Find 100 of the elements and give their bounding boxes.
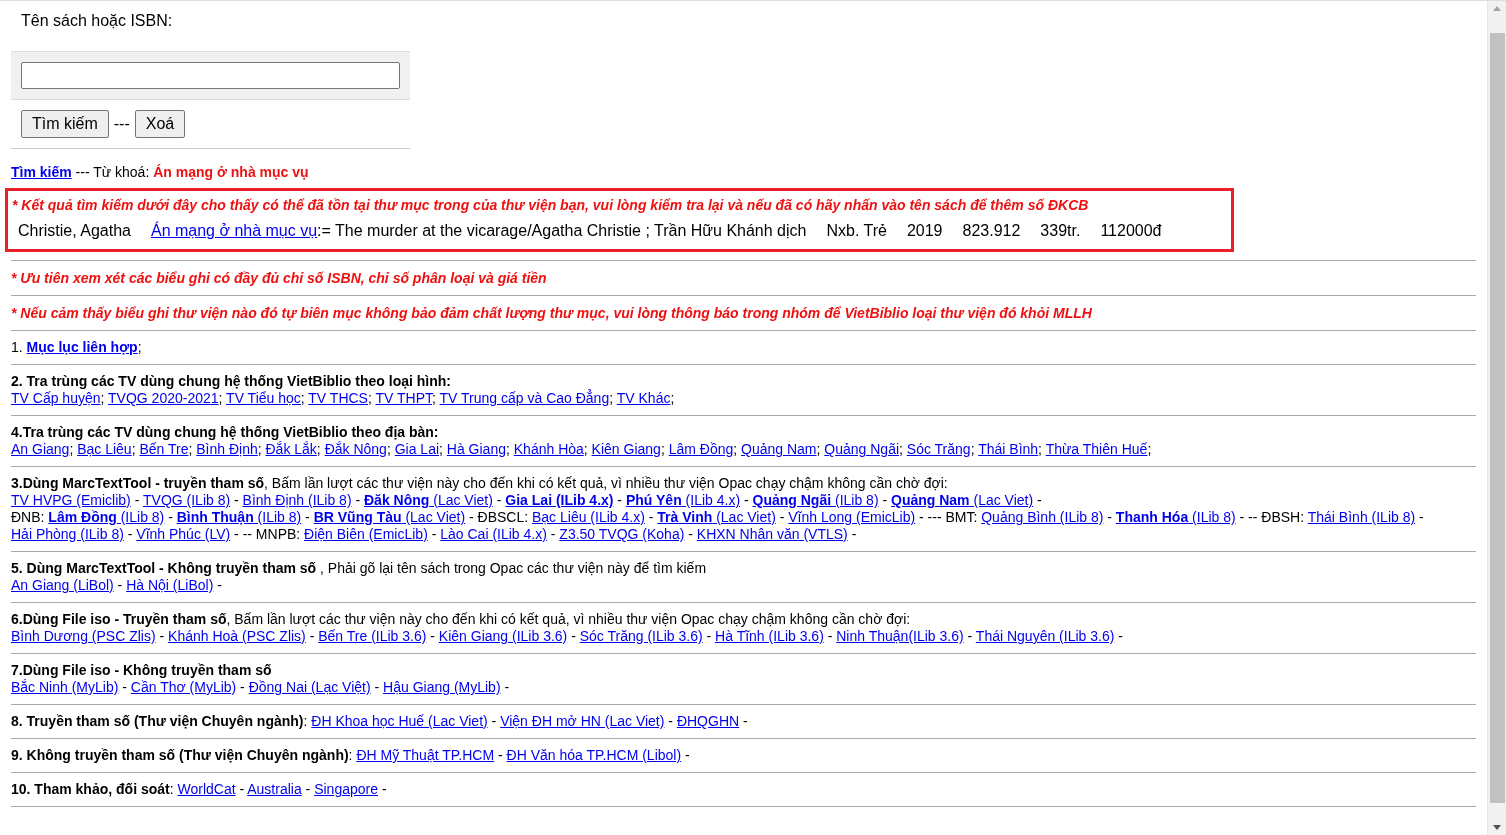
library-link[interactable]: An Giang (LiBol)	[11, 577, 114, 593]
separator-text: -	[308, 628, 316, 644]
library-link[interactable]: Khánh Hòa	[513, 441, 584, 457]
book-title-link[interactable]: Án mạng ở nhà mục vụ	[150, 222, 318, 239]
library-link[interactable]: TVQG 2020-2021	[108, 390, 219, 406]
library-link[interactable]: Phú Yên (ILib 4.x)	[625, 492, 741, 508]
keyword-label: --- Từ khoá:	[74, 164, 151, 180]
separator-text: -	[850, 526, 857, 542]
library-link[interactable]: Hải Phòng (ILib 8)	[11, 526, 124, 542]
library-link[interactable]: Thái Nguyên (ILib 3.6)	[975, 628, 1115, 644]
text: 10. Tham khảo, đối soát:	[11, 781, 175, 797]
library-link[interactable]: Hà Nội (LiBol)	[126, 577, 214, 593]
library-link[interactable]: Vĩnh Phúc (LV)	[136, 526, 231, 542]
search-input[interactable]	[21, 62, 400, 89]
library-link[interactable]: Sóc Trăng (ILib 3.6)	[579, 628, 703, 644]
separator-text: -	[495, 492, 503, 508]
library-link[interactable]: Mục lục liên hợp	[26, 339, 138, 355]
library-link[interactable]: Hà Tĩnh (ILib 3.6)	[715, 628, 824, 644]
library-link[interactable]: Bình Định (ILib 8)	[242, 492, 352, 508]
library-link[interactable]: Đồng Nai (Lạc Việt)	[248, 679, 371, 695]
library-link[interactable]: Thanh Hóa (ILib 8)	[1115, 509, 1236, 525]
library-link[interactable]: Bình Định	[196, 441, 258, 457]
keyword-text: Án mạng ở nhà mục vụ	[153, 164, 309, 180]
library-link[interactable]: Sóc Trăng	[906, 441, 971, 457]
library-link[interactable]: Đăk Nông (Lac Viet)	[364, 492, 493, 508]
library-link[interactable]: Kiên Giang	[591, 441, 661, 457]
separator-text: -	[121, 679, 128, 695]
library-link[interactable]: Quảng Bình (ILib 8)	[981, 509, 1104, 525]
library-link[interactable]: Ninh Thuận(ILib 3.6)	[836, 628, 964, 644]
library-link[interactable]: TV Tiểu học	[226, 390, 301, 406]
library-link[interactable]: Bình Thuận (ILib 8)	[176, 509, 302, 525]
library-link[interactable]: ĐH Mỹ Thuật TP.HCM	[356, 747, 495, 763]
library-link[interactable]: Kiên Giang (ILib 3.6)	[438, 628, 568, 644]
library-link[interactable]: Hà Giang	[446, 441, 506, 457]
library-link[interactable]: Viện ĐH mở HN (Lac Viet)	[500, 713, 665, 729]
search-button[interactable]: Tìm kiếm	[21, 110, 109, 138]
library-link[interactable]: ĐH Văn hóa TP.HCM (Libol)	[506, 747, 682, 763]
note-text: * Nếu cảm thấy biểu ghi thư viện nào đó tự biên mục không bảo đảm chất lượng thư mục, vui lòng thông báo trong nhóm để VietBiblio loại thư viện đó khỏi MLLH	[11, 304, 1093, 322]
library-link[interactable]: TV THPT	[375, 390, 432, 406]
separator-text: ;	[69, 441, 75, 457]
separator-text: ;	[131, 441, 137, 457]
library-link[interactable]: Singapore	[314, 781, 378, 797]
library-link[interactable]: Đắk Lắk	[265, 441, 317, 457]
library-link[interactable]: KHXN Nhân văn (VTLS)	[696, 526, 848, 542]
library-link[interactable]: Quảng Nam	[741, 441, 817, 457]
library-link[interactable]: Thái Bình	[978, 441, 1039, 457]
library-link[interactable]: Z3.50 TVQG (Koha)	[559, 526, 685, 542]
search-link[interactable]: Tìm kiếm	[11, 164, 72, 180]
library-link[interactable]: Điện Biên (EmicLib)	[304, 526, 428, 542]
separator-text: ;	[257, 441, 263, 457]
library-link[interactable]: WorldCat	[177, 781, 236, 797]
separator-text: -	[687, 526, 694, 542]
library-link[interactable]: Bắc Ninh (MyLib)	[11, 679, 119, 695]
library-link[interactable]: ĐHQGHN	[676, 713, 740, 729]
library-link[interactable]: Bạc Liêu	[77, 441, 132, 457]
divider-text: ---	[113, 115, 130, 133]
separator-text: ;	[660, 441, 666, 457]
separator-text: -	[430, 526, 438, 542]
separator-text: -	[503, 679, 510, 695]
separator-text: -	[490, 713, 498, 729]
library-link[interactable]: BR Vũng Tàu (Lac Viet)	[313, 509, 466, 525]
library-link[interactable]: Quảng Ngãi (ILib 8)	[752, 492, 879, 508]
text: 3.Dùng MarcTextTool - truyền tham số, Bấm lần lượt các thư viện này cho đến khi có kết quả, vì nhiều thư viện Opac chạy chậm không cần chờ đợi:	[11, 475, 948, 491]
library-link[interactable]: Lào Cai (ILib 4.x)	[440, 526, 547, 542]
library-link[interactable]: Quảng Nam (Lac Viet)	[891, 492, 1034, 508]
library-link[interactable]: Bến Tre (ILib 3.6)	[318, 628, 427, 644]
library-link[interactable]: Gia Lai (ILib 4.x)	[505, 492, 614, 508]
separator-text: -	[705, 628, 713, 644]
clear-button[interactable]: Xoá	[134, 110, 186, 138]
library-link[interactable]: Trà Vinh (Lac Viet)	[657, 509, 776, 525]
library-link[interactable]: Hậu Giang (MyLib)	[383, 679, 501, 695]
library-link[interactable]: TV Cấp huyện	[11, 390, 101, 406]
separator-text: - -- MNPB:	[233, 526, 302, 542]
library-link[interactable]: Bạc Liêu (ILib 4.x)	[532, 509, 645, 525]
separator-text: -	[239, 679, 246, 695]
scrollbar[interactable]	[1487, 1, 1506, 835]
library-link[interactable]: TV THCS	[308, 390, 368, 406]
library-link[interactable]: Bình Dương (PSC Zlis)	[11, 628, 156, 644]
separator-text: -	[881, 492, 889, 508]
library-link[interactable]: Cần Thơ (MyLib)	[130, 679, 237, 695]
library-link[interactable]: Đắk Nông	[324, 441, 387, 457]
library-link[interactable]: TV HVPG (Emiclib)	[11, 492, 131, 508]
separator-text: ;	[100, 390, 106, 406]
separator-text: ;	[733, 441, 739, 457]
separator-text: -	[549, 526, 557, 542]
library-link[interactable]: ĐH Khoa học Huế (Lac Viet)	[311, 713, 488, 729]
library-link[interactable]: Australia	[247, 781, 302, 797]
separator-text: -	[1117, 628, 1123, 644]
library-link[interactable]: TVQG (ILib 8)	[143, 492, 231, 508]
note-text: * Ưu tiên xem xét các biểu ghi có đầy đủ chỉ số ISBN, chỉ số phân loại và giá tiền	[11, 269, 548, 287]
separator-text: -	[158, 628, 166, 644]
separator-text: ;	[506, 441, 511, 457]
separator-text: -	[429, 628, 436, 644]
pages-text: 339tr.	[1040, 221, 1081, 241]
library-link[interactable]: Lâm Đồng (ILib 8)	[48, 509, 165, 525]
library-link[interactable]: Vĩnh Long (EmicLib)	[788, 509, 916, 525]
text: ĐNB:	[11, 509, 46, 525]
separator-text: ;	[137, 339, 142, 355]
library-link[interactable]: Thái Bình (ILib 8)	[1307, 509, 1416, 525]
library-link[interactable]: Khánh Hoà (PSC Zlis)	[168, 628, 306, 644]
